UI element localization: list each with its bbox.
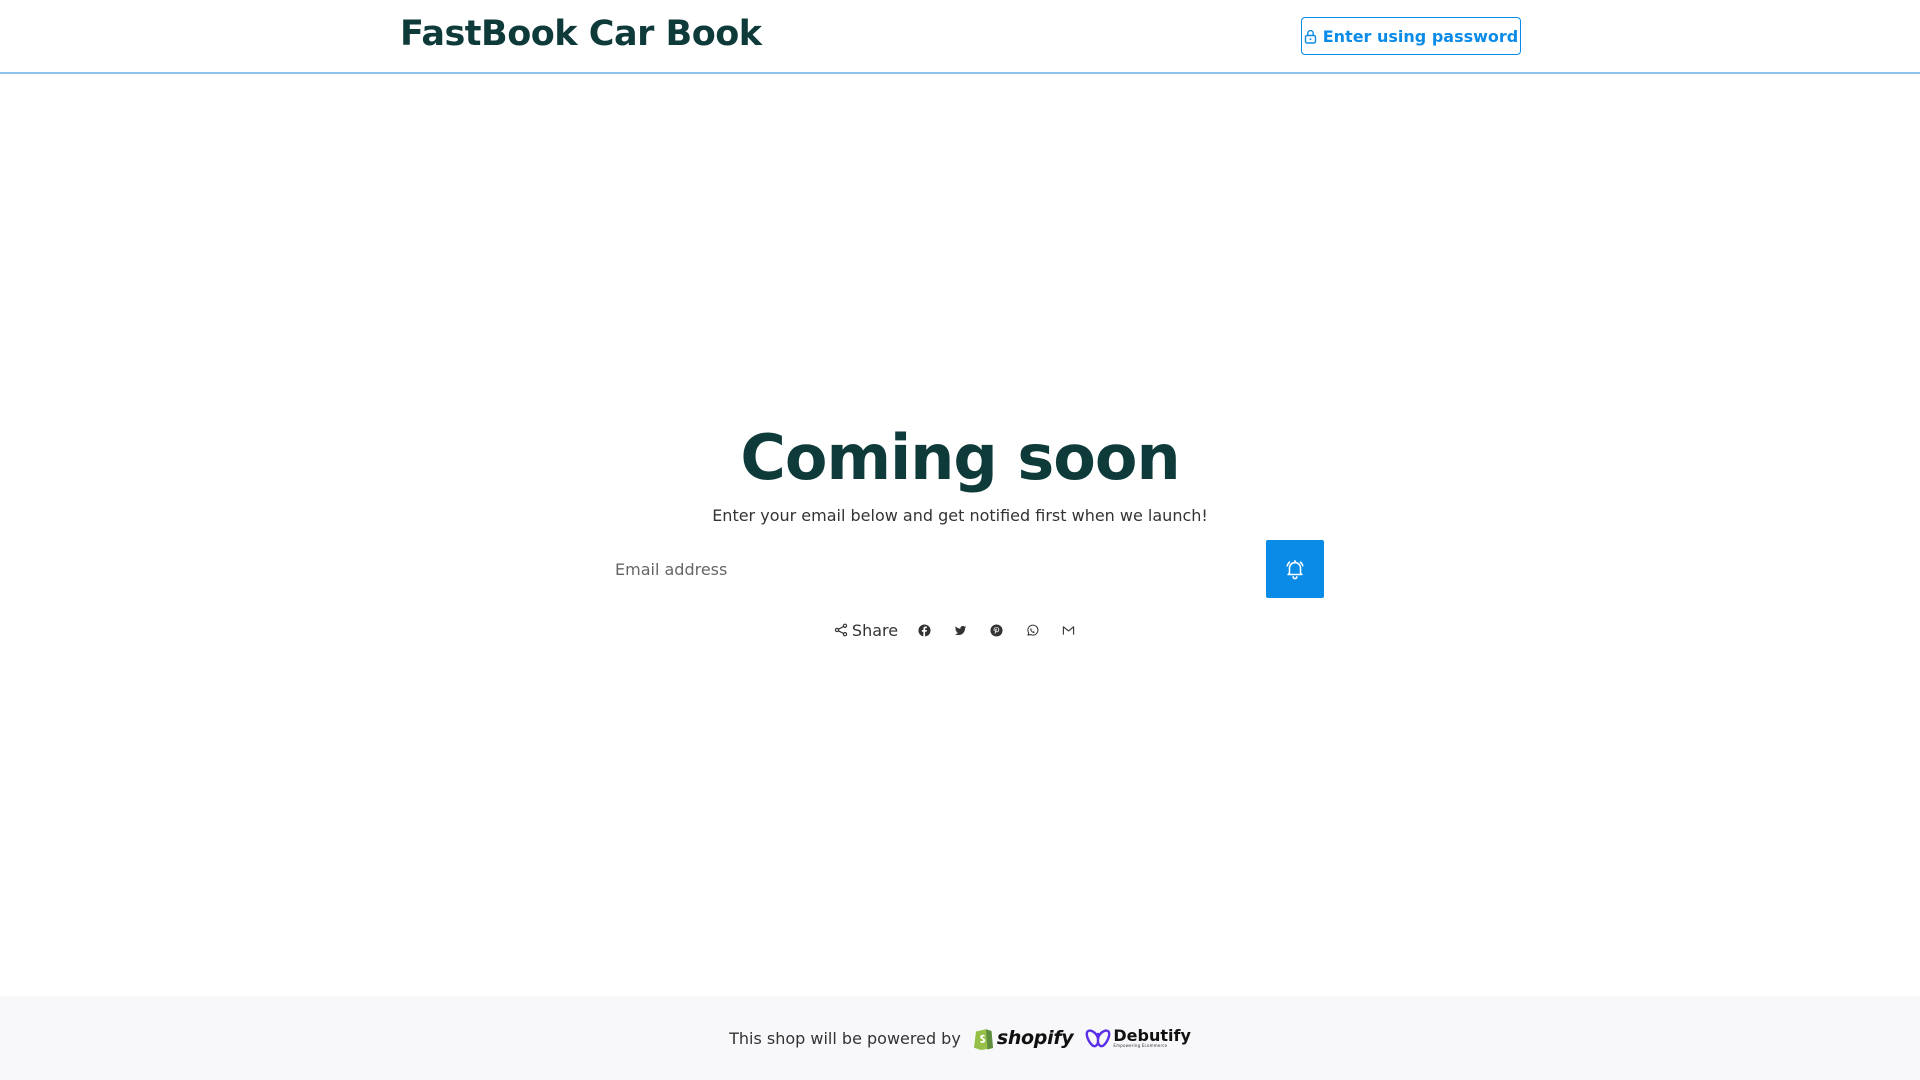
share-whatsapp-link[interactable] (1014, 618, 1050, 642)
whatsapp-icon (1026, 624, 1038, 636)
debutify-wordmark: Debutify Empowering Ecommerce (1113, 1028, 1191, 1048)
debutify-logo-link[interactable]: Debutify Empowering Ecommerce (1085, 1028, 1191, 1048)
notify-submit-button[interactable] (1266, 540, 1324, 598)
page-subtitle: Enter your email below and get notified … (712, 506, 1208, 525)
share-pinterest-link[interactable] (978, 618, 1014, 642)
share-icon (834, 623, 848, 637)
lock-icon (1304, 29, 1316, 44)
share-bar: Share (834, 618, 1086, 642)
shopify-bag-icon (973, 1029, 993, 1050)
share-facebook-link[interactable] (906, 618, 942, 642)
enter-password-button[interactable]: Enter using password (1301, 17, 1521, 55)
email-icon (1062, 625, 1074, 635)
bell-icon (1286, 559, 1304, 580)
email-input[interactable] (596, 540, 1266, 598)
page-title: Coming soon (740, 421, 1180, 494)
shopify-logo-link[interactable]: shopify (973, 1026, 1074, 1050)
share-label-text: Share (851, 620, 899, 640)
debutify-tagline: Empowering Ecommerce (1113, 1043, 1168, 1048)
debutify-name: Debutify (1113, 1026, 1191, 1045)
share-email-link[interactable] (1050, 618, 1086, 642)
twitter-icon (954, 625, 966, 635)
pinterest-icon (990, 623, 1003, 637)
debutify-butterfly-icon (1085, 1029, 1111, 1048)
share-twitter-link[interactable] (942, 618, 978, 642)
newsletter-form (596, 540, 1324, 598)
powered-by-text: This shop will be powered by (729, 1028, 961, 1048)
share-label: Share (834, 621, 898, 640)
enter-password-label: Enter using password (1322, 26, 1519, 46)
site-footer: This shop will be powered by shopify Deb… (0, 996, 1920, 1080)
shopify-wordmark: shopify (996, 1027, 1074, 1049)
site-header: FastBook Car Book Enter using password (0, 0, 1920, 74)
store-brand-title[interactable]: FastBook Car Book (400, 14, 762, 54)
facebook-icon (918, 623, 931, 637)
coming-soon-section: Coming soon Enter your email below and g… (0, 420, 1920, 642)
